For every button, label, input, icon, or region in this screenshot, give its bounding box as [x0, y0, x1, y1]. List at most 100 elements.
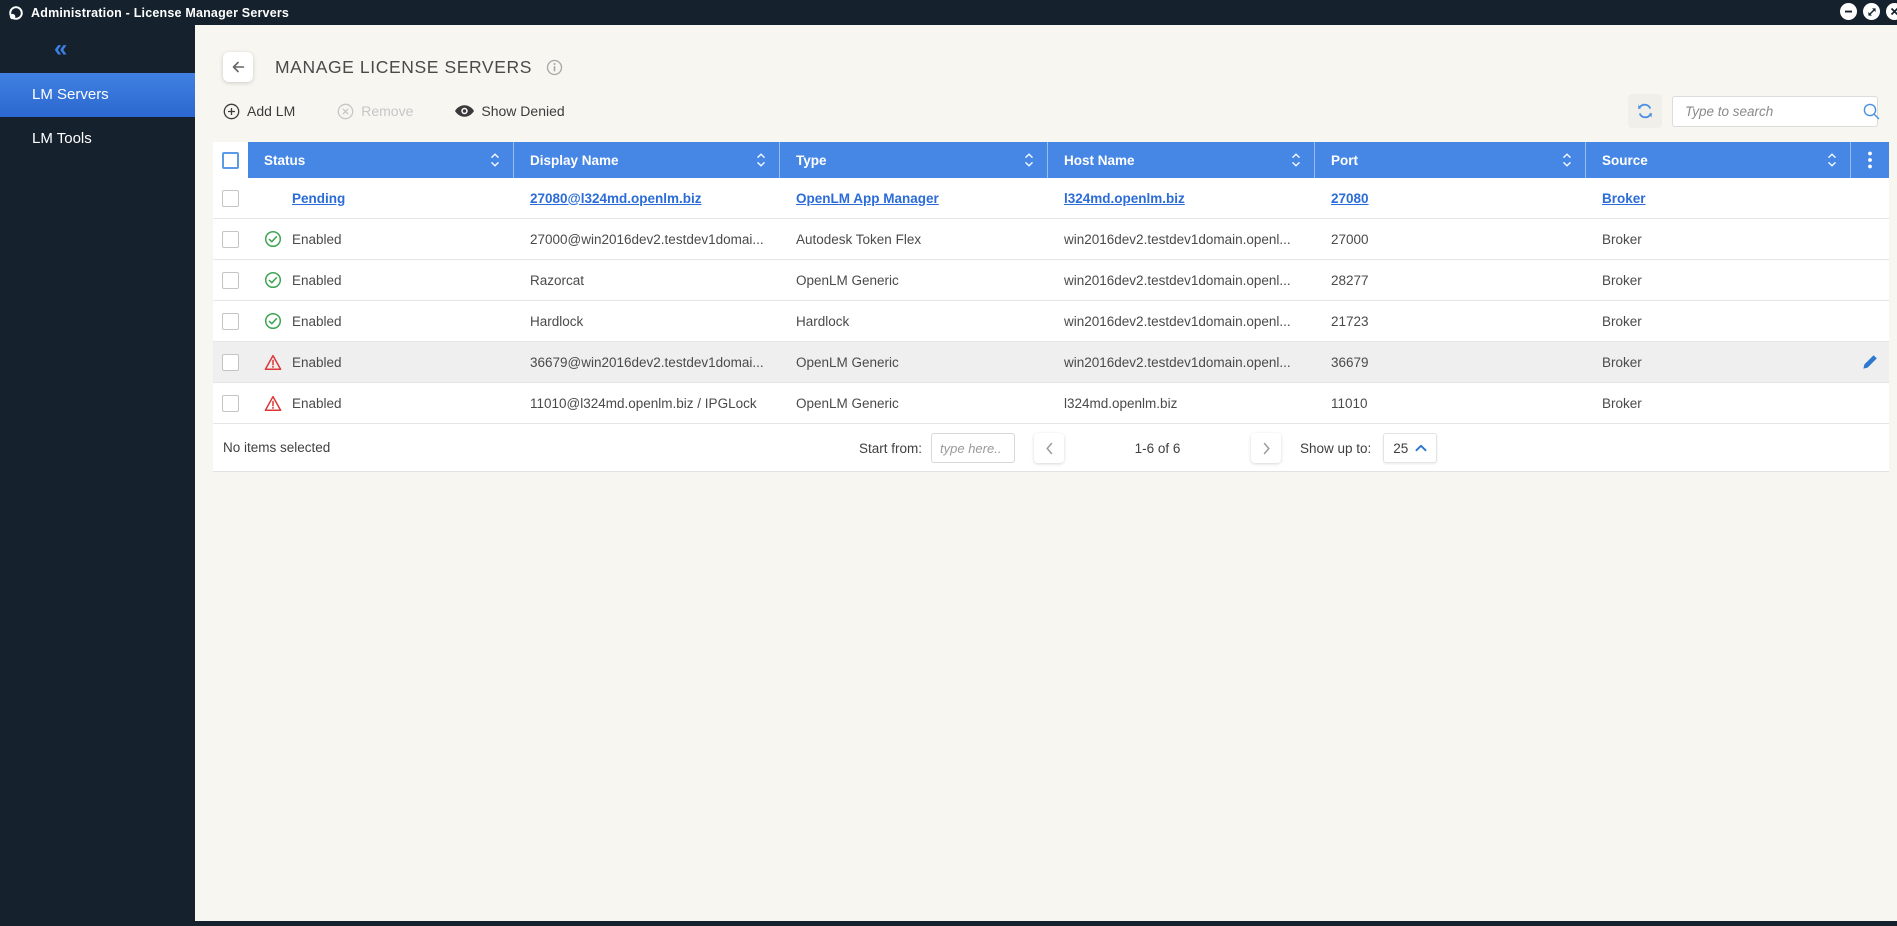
column-header-type[interactable]: Type	[780, 142, 1048, 178]
source-text: Broker	[1602, 313, 1642, 329]
enabled-check-icon	[264, 271, 282, 289]
show-denied-button[interactable]: Show Denied	[455, 103, 565, 119]
search-input[interactable]	[1685, 103, 1862, 119]
display-name-text[interactable]: 27080@l324md.openlm.biz	[530, 191, 701, 206]
back-button[interactable]	[223, 52, 253, 82]
row-checkbox[interactable]	[222, 353, 239, 371]
status-text: Enabled	[292, 313, 342, 329]
license-servers-table: Status Display Name Type Host Name Port Sourc…	[213, 142, 1889, 472]
row-checkbox[interactable]	[222, 394, 239, 412]
table-row[interactable]: Enabled 36679@win2016dev2.testdev1domai.…	[213, 342, 1889, 383]
status-text: Enabled	[292, 395, 342, 411]
port-cell: 28277	[1315, 260, 1586, 300]
page-header: MANAGE LICENSE SERVERS	[223, 52, 1897, 82]
table-row[interactable]: Enabled 27000@win2016dev2.testdev1domai.…	[213, 219, 1889, 260]
table-row[interactable]: Pending 27080@l324md.openlm.biz OpenLM A…	[213, 178, 1889, 219]
table-row[interactable]: Enabled 11010@l324md.openlm.biz / IPGLoc…	[213, 383, 1889, 424]
table-row[interactable]: Enabled Razorcat OpenLM Generic win2016d…	[213, 260, 1889, 301]
enabled-check-icon	[264, 312, 282, 330]
select-all-cell	[213, 142, 248, 178]
maximize-button[interactable]	[1863, 3, 1880, 20]
display-name-cell: 27000@win2016dev2.testdev1domai...	[514, 219, 780, 259]
sidebar-item-lm-tools[interactable]: LM Tools	[0, 117, 195, 161]
column-header-port[interactable]: Port	[1315, 142, 1586, 178]
status-cell: Enabled	[248, 383, 514, 423]
column-header-status[interactable]: Status	[248, 142, 514, 178]
start-from-input[interactable]	[931, 433, 1016, 463]
sort-icon[interactable]	[756, 152, 766, 168]
type-text: OpenLM Generic	[796, 354, 899, 370]
row-checkbox[interactable]	[222, 189, 239, 207]
search-icon[interactable]	[1862, 102, 1881, 121]
sort-icon[interactable]	[1024, 152, 1034, 168]
table-header-row: Status Display Name Type Host Name Port Sourc…	[213, 142, 1889, 178]
host-name-cell: l324md.openlm.biz	[1048, 383, 1315, 423]
column-menu-button[interactable]	[1851, 142, 1889, 178]
page-size-value: 25	[1393, 440, 1409, 456]
row-checkbox-cell	[213, 301, 248, 341]
next-page-button[interactable]	[1251, 433, 1282, 463]
type-text[interactable]: OpenLM App Manager	[796, 191, 939, 206]
port-cell: 11010	[1315, 383, 1586, 423]
sort-icon[interactable]	[490, 152, 500, 168]
source-cell: Broker	[1586, 383, 1851, 423]
row-actions-cell	[1851, 260, 1889, 300]
status-icon-empty	[264, 189, 282, 207]
host-name-cell: win2016dev2.testdev1domain.openl...	[1048, 260, 1315, 300]
port-text[interactable]: 27080	[1331, 191, 1369, 206]
table-footer: No items selected Start from: 1-6 of 6 S…	[213, 424, 1889, 472]
add-lm-button[interactable]: Add LM	[223, 103, 295, 120]
row-checkbox-cell	[213, 260, 248, 300]
page-range-text: 1-6 of 6	[1134, 440, 1181, 456]
sidebar-item-label: LM Tools	[32, 130, 92, 147]
select-all-checkbox[interactable]	[222, 151, 239, 169]
column-header-display-name[interactable]: Display Name	[514, 142, 780, 178]
row-actions-cell	[1851, 219, 1889, 259]
source-text: Broker	[1602, 354, 1642, 370]
sidebar-item-lm-servers[interactable]: LM Servers	[0, 73, 195, 117]
row-actions-cell	[1851, 383, 1889, 423]
page-size-dropdown[interactable]: 25	[1383, 433, 1438, 463]
add-lm-label: Add LM	[247, 103, 296, 119]
window-titlebar: Administration - License Manager Servers	[0, 0, 1897, 25]
type-text: OpenLM Generic	[796, 395, 899, 411]
source-cell: Broker	[1586, 219, 1851, 259]
column-header-label: Type	[796, 152, 827, 168]
row-checkbox[interactable]	[222, 271, 239, 289]
host-name-cell: l324md.openlm.biz	[1048, 178, 1315, 218]
port-cell: 27000	[1315, 219, 1586, 259]
display-name-cell: Hardlock	[514, 301, 780, 341]
port-cell: 36679	[1315, 342, 1586, 382]
window-title: Administration - License Manager Servers	[31, 5, 290, 20]
refresh-button[interactable]	[1628, 94, 1662, 128]
sort-icon[interactable]	[1562, 152, 1572, 168]
column-header-label: Status	[264, 152, 306, 168]
start-from-label: Start from:	[859, 440, 923, 456]
show-up-to-label: Show up to:	[1300, 440, 1372, 456]
minimize-button[interactable]	[1840, 3, 1857, 20]
table-row[interactable]: Enabled Hardlock Hardlock win2016dev2.te…	[213, 301, 1889, 342]
host-name-cell: win2016dev2.testdev1domain.openl...	[1048, 219, 1315, 259]
sidebar-collapse-icon[interactable]: «	[0, 25, 195, 73]
port-text: 21723	[1331, 313, 1369, 329]
row-checkbox[interactable]	[222, 312, 239, 330]
display-name-text: 11010@l324md.openlm.biz / IPGLock	[530, 395, 757, 411]
remove-button[interactable]: Remove	[337, 103, 413, 120]
enabled-check-icon	[264, 230, 282, 248]
host-name-text[interactable]: l324md.openlm.biz	[1064, 191, 1185, 206]
row-checkbox[interactable]	[222, 230, 239, 248]
edit-pencil-icon[interactable]	[1862, 354, 1878, 370]
sort-icon[interactable]	[1827, 152, 1837, 168]
info-icon[interactable]	[546, 59, 563, 76]
source-cell: Broker	[1586, 260, 1851, 300]
column-header-host-name[interactable]: Host Name	[1048, 142, 1315, 178]
close-button[interactable]	[1886, 3, 1897, 20]
source-text[interactable]: Broker	[1602, 191, 1646, 206]
status-text: Enabled	[292, 354, 342, 370]
column-header-source[interactable]: Source	[1586, 142, 1851, 178]
sort-icon[interactable]	[1291, 152, 1301, 168]
toolbar: Add LM Remove Show Denied	[223, 94, 1881, 128]
status-text[interactable]: Pending	[292, 191, 345, 206]
display-name-text: Hardlock	[530, 313, 584, 329]
previous-page-button[interactable]	[1034, 433, 1065, 463]
